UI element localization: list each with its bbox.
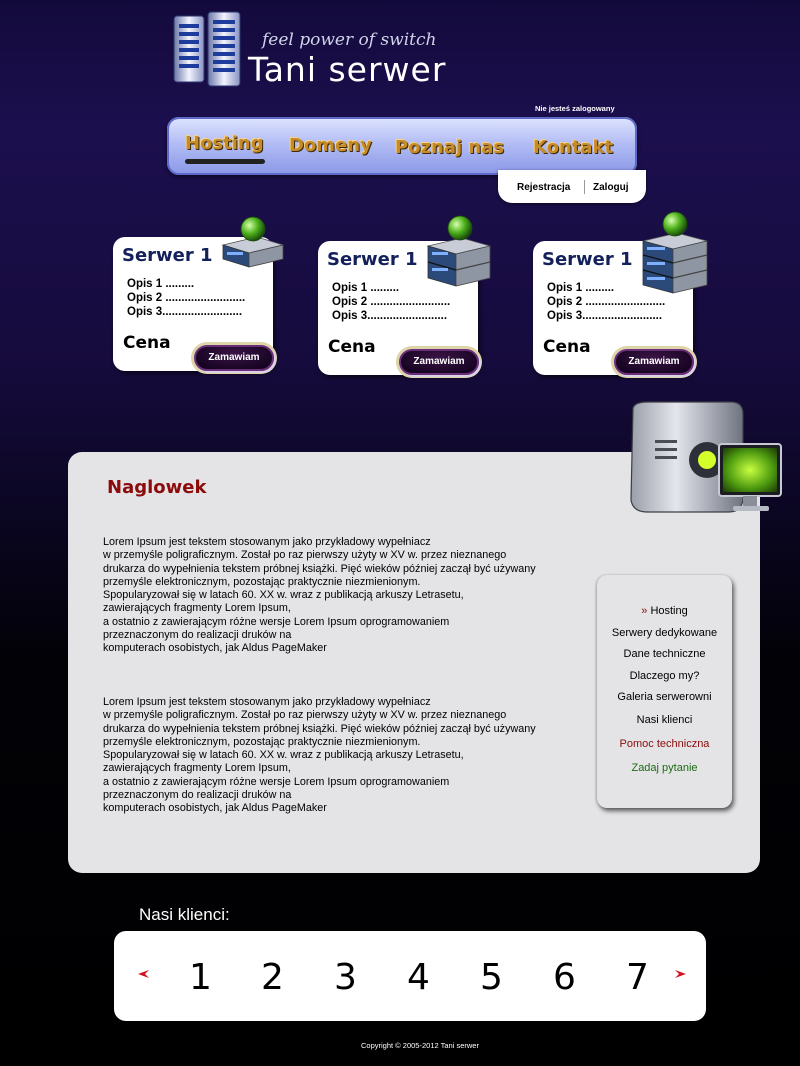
computer-monitor-icon — [630, 401, 782, 513]
card-desc-3: Opis 3......................... — [332, 310, 448, 322]
side-menu-item-pomoc-techniczna[interactable]: Pomoc techniczna — [597, 738, 732, 750]
register-link[interactable]: Rejestracja — [517, 182, 570, 193]
page-heading: Naglowek — [107, 477, 207, 498]
client-page-7[interactable]: 7 — [626, 957, 649, 998]
login-link[interactable]: Zaloguj — [593, 182, 629, 193]
client-page-2[interactable]: 2 — [261, 957, 284, 998]
active-marker-icon: » — [641, 605, 648, 617]
side-menu-item-galeria-serwerowni[interactable]: Galeria serwerowni — [597, 691, 732, 703]
card-desc-1: Opis 1 ......... — [332, 282, 400, 294]
clients-heading: Nasi klienci: — [139, 905, 230, 924]
client-page-5[interactable]: 5 — [480, 957, 503, 998]
server-card: Serwer 1 Opis 1 ......... Opis 2 .......… — [318, 215, 492, 375]
logo-tagline: feel power of switch — [262, 30, 437, 50]
side-menu: » Hosting Serwery dedykowane Dane techni… — [597, 575, 732, 808]
nav-active-indicator — [185, 159, 265, 164]
side-menu-item-hosting[interactable]: » Hosting — [597, 605, 732, 617]
side-menu-item-dlaczego-my[interactable]: Dlaczego my? — [597, 670, 732, 682]
side-menu-item-dane-techniczne[interactable]: Dane techniczne — [597, 648, 732, 660]
chevron-right-icon[interactable] — [674, 967, 688, 981]
card-title: Serwer 1 — [542, 249, 633, 270]
card-desc-2: Opis 2 ......................... — [547, 296, 666, 308]
server-card: Serwer 1 Opis 1 ......... Opis 2 .......… — [533, 211, 708, 375]
card-price: Cena — [123, 333, 171, 353]
side-menu-label: Hosting — [650, 605, 688, 617]
order-button[interactable]: Zamawiam — [614, 349, 694, 375]
copyright-text: Copyright © 2005-2012 Tani serwer — [361, 1041, 479, 1050]
clients-carousel: 1 2 3 4 5 6 7 — [114, 931, 706, 1021]
side-menu-item-nasi-klienci[interactable]: Nasi klienci — [597, 714, 732, 726]
order-button[interactable]: Zamawiam — [194, 345, 274, 371]
site-logo[interactable]: feel power of switch Tani serwer — [168, 8, 498, 90]
chevron-left-icon[interactable] — [136, 967, 150, 981]
order-button[interactable]: Zamawiam — [399, 349, 479, 375]
content-paragraph: Lorem Ipsum jest tekstem stosowanym jako… — [103, 536, 536, 655]
card-title: Serwer 1 — [122, 245, 213, 266]
nav-item-kontakt[interactable]: Kontakt — [533, 137, 613, 158]
side-menu-item-zadaj-pytanie[interactable]: Zadaj pytanie — [597, 762, 732, 774]
card-price: Cena — [328, 337, 376, 357]
login-status-text: Nie jesteś zalogowany — [535, 104, 615, 113]
card-desc-1: Opis 1 ......... — [547, 282, 615, 294]
nav-item-hosting[interactable]: Hosting — [185, 133, 264, 154]
card-desc-1: Opis 1 ......... — [127, 278, 195, 290]
server-rack-icon — [642, 211, 708, 294]
content-paragraph: Lorem Ipsum jest tekstem stosowanym jako… — [103, 696, 536, 815]
server-rack-icon — [221, 216, 285, 268]
card-price: Cena — [543, 337, 591, 357]
server-rack-icon — [426, 215, 492, 287]
server-card: Serwer 1 Opis 1 ......... Opis 2 .......… — [113, 216, 285, 371]
client-page-1[interactable]: 1 — [189, 957, 212, 998]
account-bar: Rejestracja Zaloguj — [498, 170, 646, 203]
card-desc-3: Opis 3......................... — [127, 306, 243, 318]
client-page-4[interactable]: 4 — [407, 957, 430, 998]
account-separator — [584, 180, 585, 194]
nav-item-domeny[interactable]: Domeny — [289, 135, 372, 156]
client-page-3[interactable]: 3 — [334, 957, 357, 998]
card-desc-2: Opis 2 ......................... — [127, 292, 246, 304]
card-desc-2: Opis 2 ......................... — [332, 296, 451, 308]
card-title: Serwer 1 — [327, 249, 418, 270]
side-menu-item-serwery-dedykowane[interactable]: Serwery dedykowane — [597, 627, 732, 639]
nav-item-poznaj-nas[interactable]: Poznaj nas — [395, 137, 504, 158]
card-desc-3: Opis 3......................... — [547, 310, 663, 322]
main-navigation: Hosting Domeny Poznaj nas Kontakt — [167, 117, 637, 175]
server-tower-icon — [173, 11, 241, 87]
client-page-6[interactable]: 6 — [553, 957, 576, 998]
logo-title: Tani serwer — [248, 50, 447, 89]
